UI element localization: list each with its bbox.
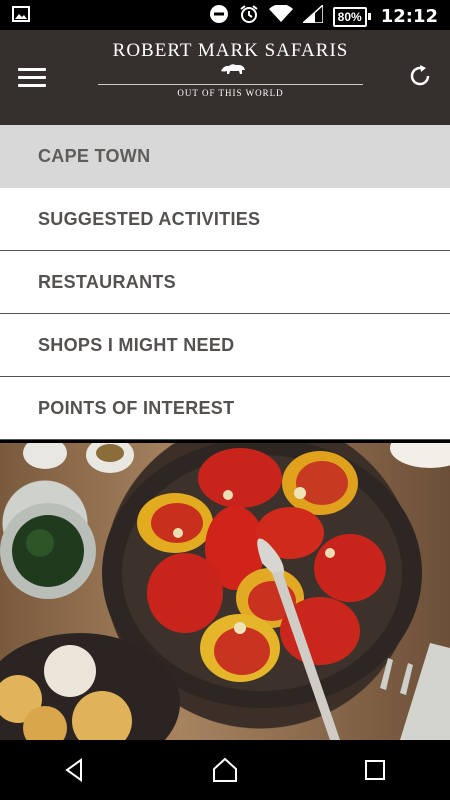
- status-bar: 80% 12:12: [0, 0, 450, 30]
- menu-item-points-of-interest[interactable]: POINTS OF INTEREST: [0, 377, 450, 440]
- signal-icon: [300, 3, 324, 28]
- menu-title-cape-town[interactable]: CAPE TOWN: [0, 125, 450, 188]
- recents-icon[interactable]: [351, 746, 399, 794]
- battery-level: 80%: [332, 6, 367, 27]
- home-icon[interactable]: [201, 746, 249, 794]
- menu-item-restaurants[interactable]: RESTAURANTS: [0, 251, 450, 314]
- hamburger-icon[interactable]: [18, 68, 46, 88]
- wifi-icon: [268, 4, 293, 28]
- refresh-icon[interactable]: [406, 62, 434, 90]
- brand-tagline: OUT OF THIS WORLD: [177, 88, 284, 98]
- brand-logo: ROBERT MARK SAFARIS OUT OF THIS WORLD: [98, 40, 363, 98]
- lion-logo-icon: [220, 62, 246, 81]
- navigation-menu: CAPE TOWN SUGGESTED ACTIVITIES RESTAURAN…: [0, 125, 450, 440]
- image-notification-icon: [12, 6, 30, 27]
- do-not-disturb-icon: [209, 4, 229, 29]
- brand-name: ROBERT MARK SAFARIS: [112, 40, 349, 61]
- menu-item-suggested-activities[interactable]: SUGGESTED ACTIVITIES: [0, 188, 450, 251]
- system-navigation-bar: [0, 740, 450, 800]
- app-header: ROBERT MARK SAFARIS OUT OF THIS WORLD: [0, 30, 450, 125]
- battery-indicator: 80%: [332, 6, 371, 27]
- clock: 12:12: [380, 6, 438, 27]
- back-icon[interactable]: [51, 746, 99, 794]
- menu-item-shops[interactable]: SHOPS I MIGHT NEED: [0, 314, 450, 377]
- background-food-photo: [0, 443, 450, 740]
- alarm-icon: [239, 4, 259, 29]
